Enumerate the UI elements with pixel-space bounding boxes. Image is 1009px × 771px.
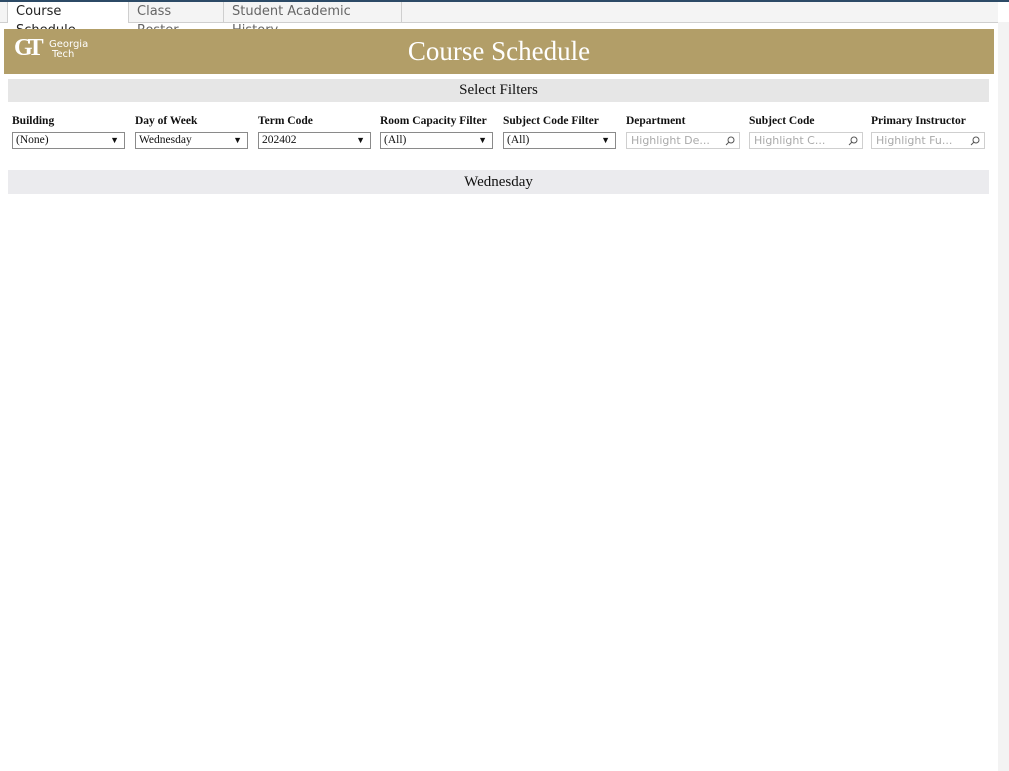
day-heading: Wednesday	[8, 170, 989, 194]
day-of-week-dropdown[interactable]: Wednesday ▼	[135, 132, 248, 149]
logo-text: Georgia Tech	[49, 40, 88, 60]
department-label: Department	[626, 115, 686, 127]
building-label: Building	[12, 115, 55, 127]
select-filters-heading: Select Filters	[8, 79, 989, 102]
building-dropdown[interactable]: (None) ▼	[12, 132, 125, 149]
building-value: (None)	[16, 134, 49, 146]
primary-instructor-placeholder: Highlight Fu...	[876, 134, 953, 147]
department-search-input[interactable]: Highlight De...	[626, 132, 740, 149]
gt-logo-mark: GT	[14, 35, 44, 61]
tab-student-academic-history[interactable]: Student Academic History	[224, 2, 402, 38]
page-title: Course Schedule	[407, 36, 591, 66]
subject-code-highlight: Subject Code Highlight C...	[749, 114, 864, 149]
subject-code-filter-value: (All)	[507, 134, 530, 146]
logo-line-2: Tech	[52, 49, 75, 60]
building-filter: Building (None) ▼	[12, 114, 127, 149]
subject-code-search-input[interactable]: Highlight C...	[749, 132, 863, 149]
tab-class-roster[interactable]: Class Roster	[129, 2, 224, 38]
day-of-week-label: Day of Week	[135, 115, 198, 127]
dropdown-arrow-icon: ▼	[233, 135, 242, 145]
primary-instructor-label: Primary Instructor	[871, 115, 966, 127]
room-capacity-value: (All)	[384, 134, 407, 146]
vertical-scrollbar[interactable]	[998, 22, 1009, 771]
search-icon	[970, 136, 980, 146]
subject-code-filter: Subject Code Filter (All) ▼	[503, 114, 618, 149]
dropdown-arrow-icon: ▼	[601, 135, 610, 145]
room-capacity-filter: Room Capacity Filter (All) ▼	[380, 114, 495, 149]
room-capacity-label: Room Capacity Filter	[380, 115, 487, 127]
page-header: Course Schedule GT Georgia Tech	[4, 29, 994, 74]
dropdown-arrow-icon: ▼	[110, 135, 119, 145]
dashboard-tab-bar: Course Schedule Class Roster Student Aca…	[0, 2, 998, 38]
subject-code-placeholder: Highlight C...	[754, 134, 826, 147]
dropdown-arrow-icon: ▼	[478, 135, 487, 145]
search-icon	[725, 136, 735, 146]
subject-code-filter-dropdown[interactable]: (All) ▼	[503, 132, 616, 149]
subject-code-label: Subject Code	[749, 115, 815, 127]
term-code-value: 202402	[262, 134, 297, 146]
term-code-label: Term Code	[258, 115, 313, 127]
term-code-dropdown[interactable]: 202402 ▼	[258, 132, 371, 149]
day-of-week-filter: Day of Week Wednesday ▼	[135, 114, 250, 149]
dropdown-arrow-icon: ▼	[356, 135, 365, 145]
primary-instructor-highlight: Primary Instructor Highlight Fu...	[871, 114, 986, 149]
term-code-filter: Term Code 202402 ▼	[258, 114, 373, 149]
room-capacity-dropdown[interactable]: (All) ▼	[380, 132, 493, 149]
tab-course-schedule[interactable]: Course Schedule	[7, 2, 129, 38]
department-highlight: Department Highlight De...	[626, 114, 741, 149]
day-of-week-value: Wednesday	[139, 134, 192, 146]
primary-instructor-search-input[interactable]: Highlight Fu...	[871, 132, 985, 149]
subject-code-filter-label: Subject Code Filter	[503, 115, 599, 127]
search-icon	[848, 136, 858, 146]
department-placeholder: Highlight De...	[631, 134, 710, 147]
